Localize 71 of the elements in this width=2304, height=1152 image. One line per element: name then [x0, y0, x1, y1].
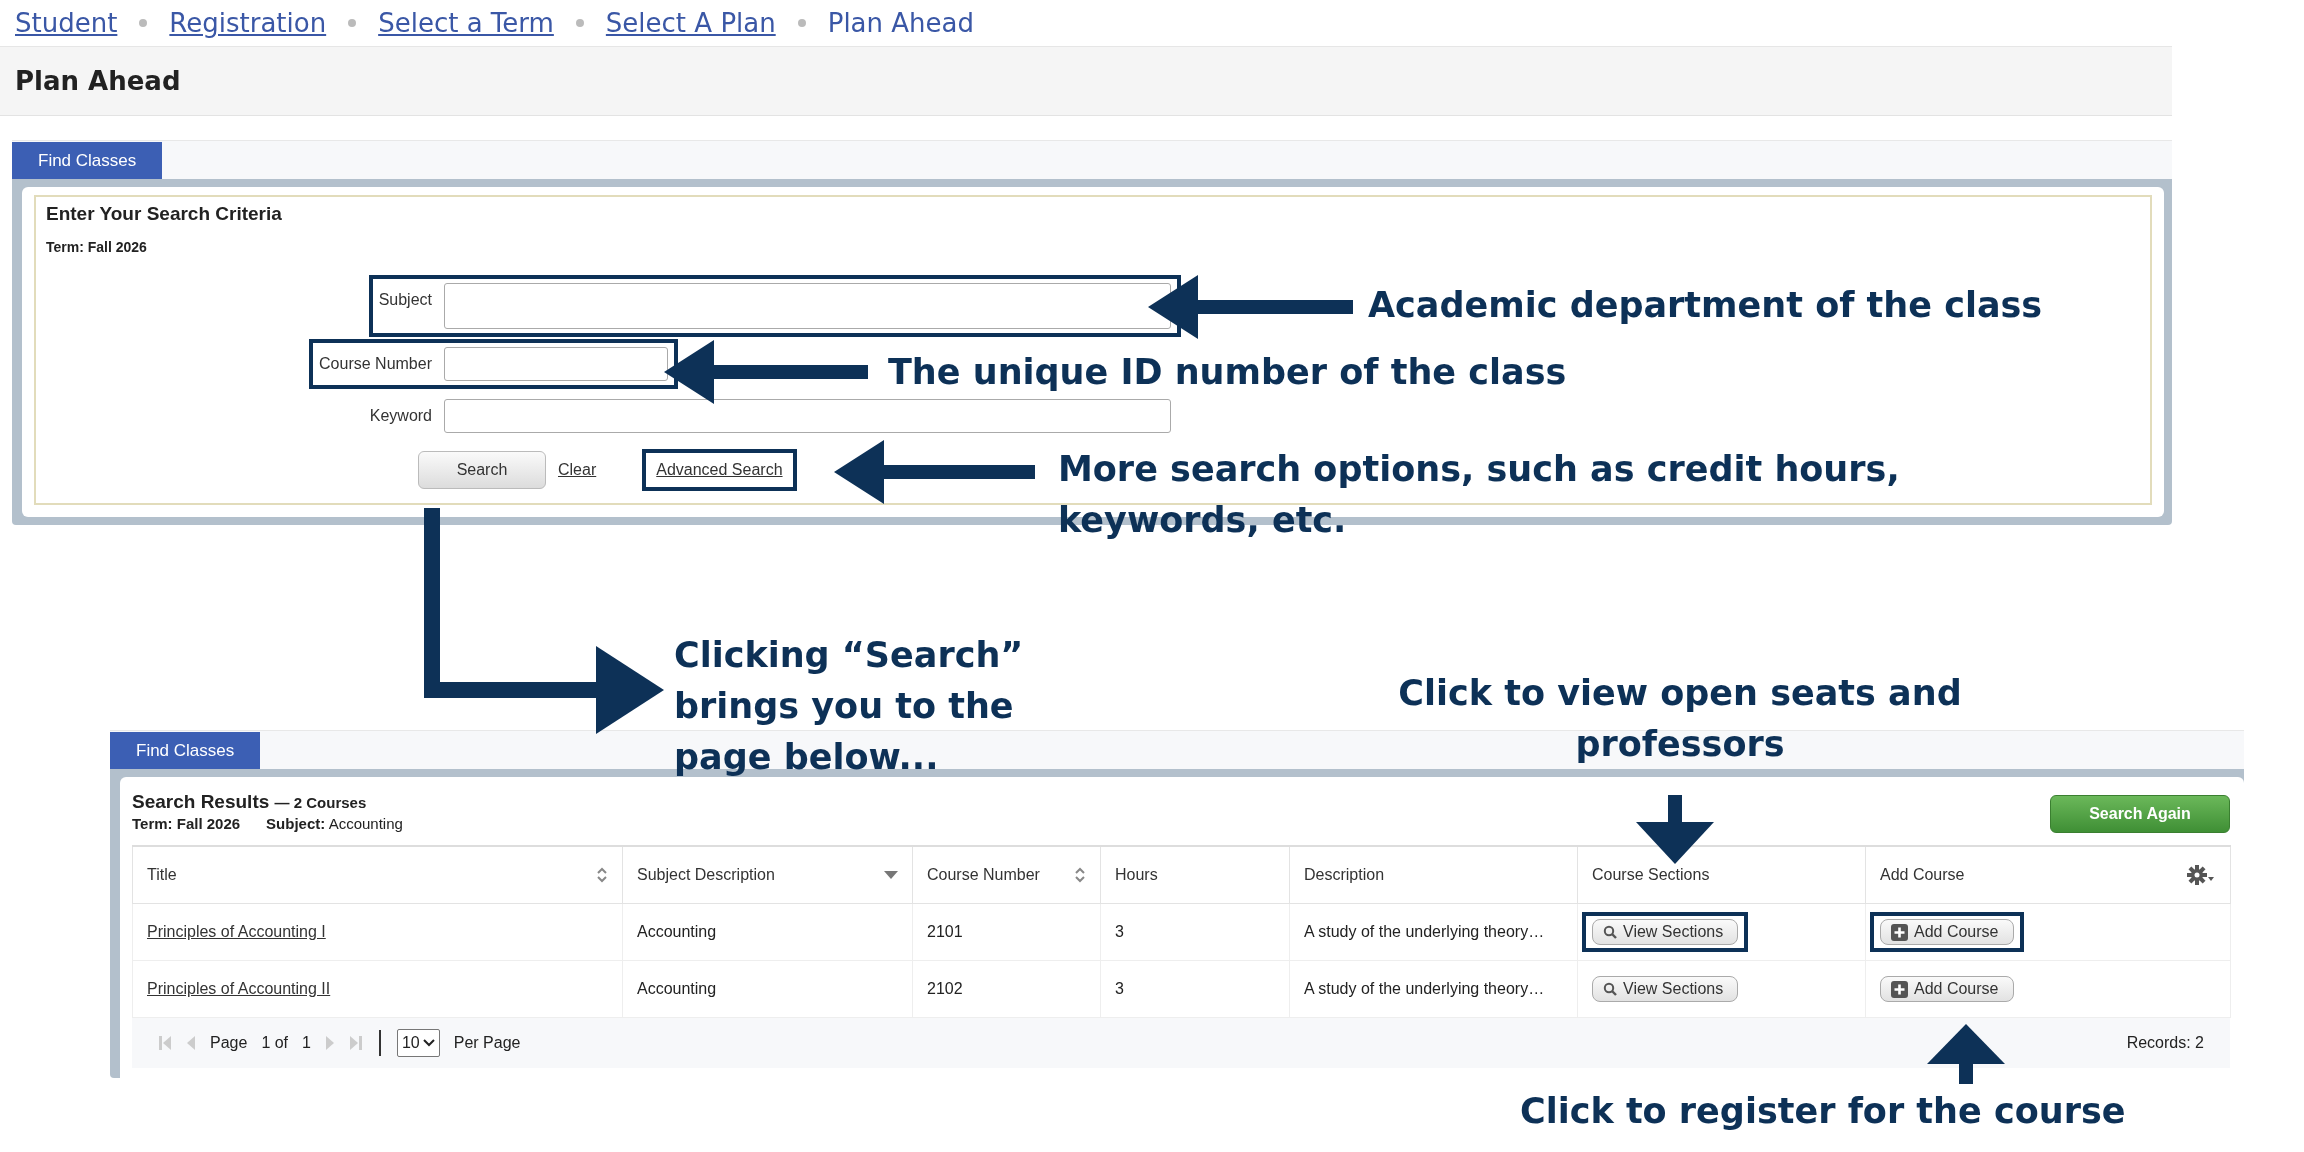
find-classes-tab[interactable]: Find Classes: [12, 142, 163, 179]
breadcrumb-link[interactable]: Select a Term: [378, 8, 554, 38]
page-label: Page: [210, 1034, 248, 1052]
separator-dot: [348, 19, 357, 27]
column-header: Subject Description: [622, 846, 913, 904]
search-button[interactable]: Search: [418, 451, 546, 489]
input-field[interactable]: [444, 347, 668, 381]
course-title-link[interactable]: Principles of Accounting II: [147, 980, 331, 997]
search-icon: [1603, 925, 1617, 939]
records-count: Records: 2: [2126, 1034, 2204, 1052]
caret-icon: [422, 1039, 435, 1047]
find-classes-tab[interactable]: Find Classes: [110, 732, 261, 769]
table-cell: 2102: [912, 960, 1101, 1018]
table-cell: 3: [1100, 903, 1290, 961]
term-label: Term: Fall 2026: [46, 239, 148, 255]
settings-icon[interactable]: [2186, 863, 2216, 887]
column-header: Hours: [1100, 846, 1290, 904]
last-page-icon[interactable]: [348, 1034, 363, 1052]
column-header: Title: [132, 846, 623, 904]
annotation-text: Click to register for the course: [1520, 1090, 2127, 1133]
breadcrumb-link[interactable]: Select A Plan: [605, 8, 776, 38]
course-title-link[interactable]: Principles of Accounting I: [147, 923, 326, 940]
column-header: Add Course: [1865, 846, 2231, 904]
annotation-text: The unique ID number of the class: [888, 351, 1568, 394]
next-page-icon[interactable]: [324, 1034, 335, 1052]
input-field[interactable]: [444, 283, 1171, 329]
subject-label: Subject: Accounting: [266, 815, 403, 832]
breadcrumb-link[interactable]: Student: [15, 8, 118, 38]
field-label: Course Number: [319, 354, 432, 373]
term-label: Term: Fall 2026: [132, 815, 241, 832]
sort-icon[interactable]: [596, 866, 608, 884]
annotation-text: Academic department of the class: [1368, 284, 2044, 327]
per-page-label: Per Page: [453, 1034, 521, 1052]
input-field[interactable]: [444, 399, 1171, 433]
table-cell: 3: [1100, 960, 1290, 1018]
column-header: Course Number: [912, 846, 1101, 904]
plus-icon: [1891, 923, 1908, 941]
table-cell: A study of the underlying theory…: [1289, 903, 1578, 961]
table-cell: 2101: [912, 903, 1101, 961]
separator-dot: [797, 19, 806, 27]
per-page-select[interactable]: 10: [396, 1029, 440, 1057]
results-heading: Search Results — 2 Courses: [132, 791, 368, 813]
search-icon: [1603, 982, 1617, 996]
field-label: Subject: [378, 290, 432, 309]
annotation-text: Clicking “Search” brings you to the page below...: [674, 634, 1025, 779]
page-total: 1: [302, 1034, 311, 1052]
separator-dot: [575, 19, 584, 27]
advanced-search-link[interactable]: Advanced Search: [656, 461, 783, 478]
clear-link[interactable]: Clear: [558, 461, 597, 479]
annotation-text: More search options, such as credit hours, keywords, etc.: [1058, 448, 1901, 542]
add-course-button[interactable]: Add Course: [1880, 919, 2014, 945]
page-count: 1 of: [261, 1034, 289, 1052]
table-cell: Accounting: [622, 960, 913, 1018]
view-sections-button[interactable]: View Sections: [1592, 919, 1739, 945]
plus-icon: [1891, 980, 1908, 998]
section-heading: Enter Your Search Criteria: [46, 203, 283, 225]
page-title: Plan Ahead: [15, 66, 181, 96]
view-sections-button[interactable]: View Sections: [1592, 976, 1739, 1002]
first-page-icon[interactable]: [158, 1034, 172, 1052]
sort-icon[interactable]: [1074, 866, 1086, 884]
sort-down-icon[interactable]: [884, 871, 898, 879]
breadcrumb-current: Plan Ahead: [827, 8, 974, 38]
previous-page-icon[interactable]: [186, 1034, 196, 1052]
field-label: Keyword: [369, 406, 432, 425]
column-header: Description: [1289, 846, 1578, 904]
table-cell: A study of the underlying theory…: [1289, 960, 1578, 1018]
breadcrumb-link[interactable]: Registration: [169, 8, 327, 38]
add-course-button[interactable]: Add Course: [1880, 976, 2014, 1002]
separator-dot: [139, 19, 148, 27]
annotation-text: Click to view open seats and professors: [1397, 672, 1963, 766]
table-cell: Accounting: [622, 903, 913, 961]
